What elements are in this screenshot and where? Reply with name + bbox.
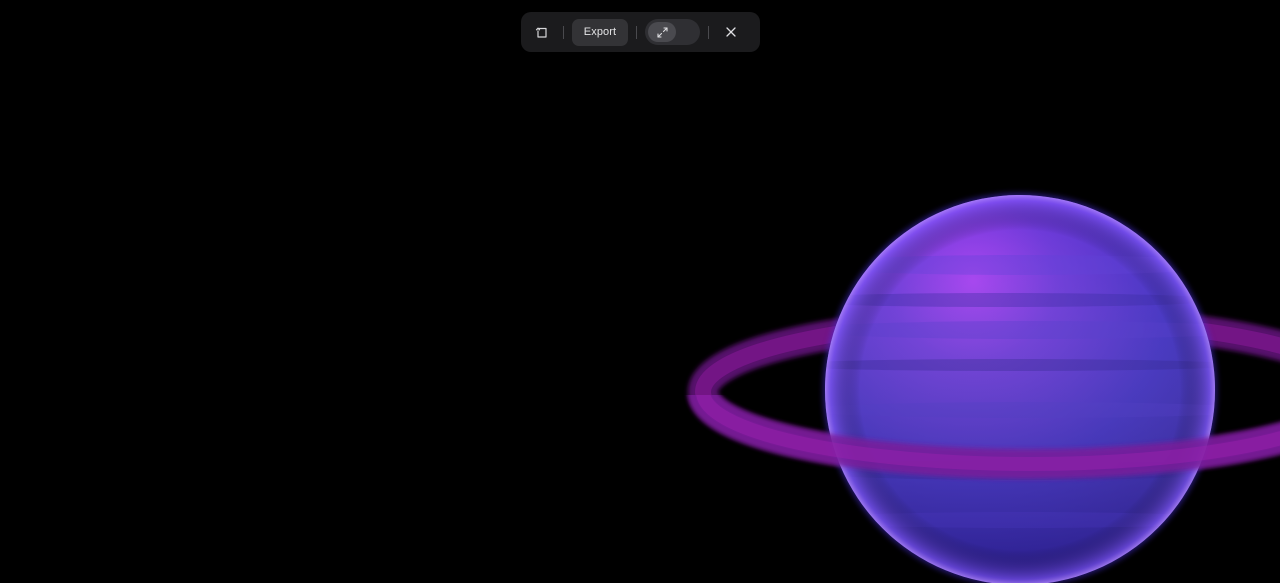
- toolbar-divider: [563, 25, 564, 39]
- fullscreen-toggle[interactable]: [645, 19, 700, 45]
- planet-scene[interactable]: [0, 0, 1280, 583]
- viewer-toolbar: Export: [521, 12, 760, 52]
- toolbar-divider: [708, 25, 709, 39]
- expand-arrows-icon: [648, 22, 676, 42]
- planet-sphere: [823, 193, 1217, 583]
- viewer-stage: Export: [0, 0, 1280, 583]
- reset-rotate-icon[interactable]: [529, 19, 555, 45]
- toolbar-divider: [636, 25, 637, 39]
- close-icon[interactable]: [719, 20, 743, 44]
- export-button[interactable]: Export: [572, 18, 628, 46]
